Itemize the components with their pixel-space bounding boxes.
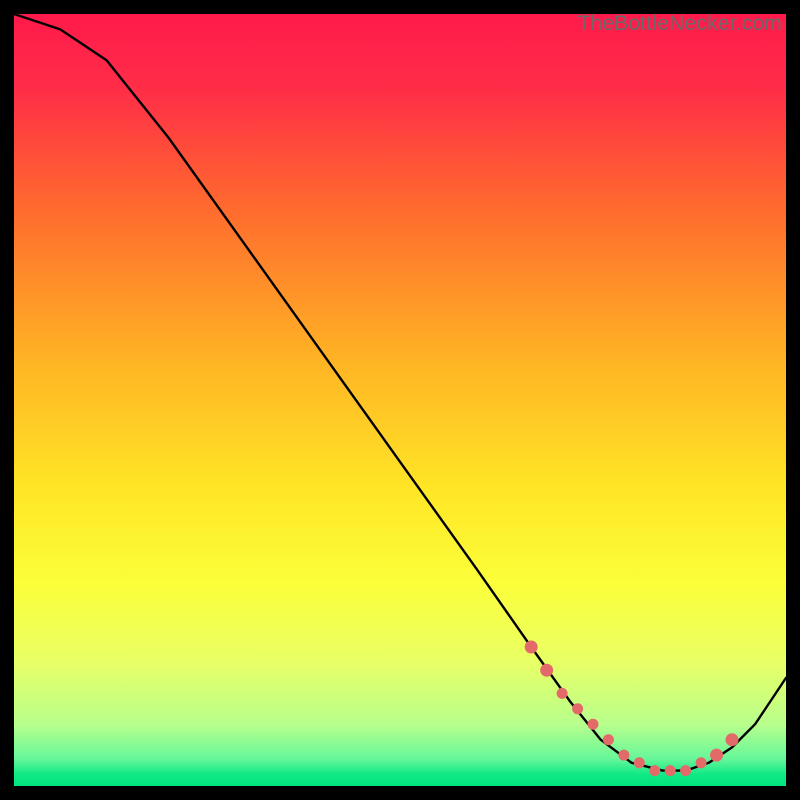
marker-dot xyxy=(680,765,691,776)
marker-dot xyxy=(710,749,723,762)
marker-dot xyxy=(649,765,660,776)
marker-dot xyxy=(603,734,614,745)
marker-dot xyxy=(525,641,538,654)
marker-dot xyxy=(540,664,553,677)
chart-svg xyxy=(14,14,786,786)
marker-dot xyxy=(618,750,629,761)
chart-frame: TheBottleNecker.com xyxy=(14,14,786,786)
marker-dot xyxy=(557,688,568,699)
gradient-background xyxy=(14,14,786,786)
marker-dot xyxy=(572,703,583,714)
marker-dot xyxy=(696,757,707,768)
marker-dot xyxy=(588,719,599,730)
watermark-text: TheBottleNecker.com xyxy=(577,12,782,36)
marker-dot xyxy=(634,757,645,768)
marker-dot xyxy=(726,733,739,746)
marker-dot xyxy=(665,765,676,776)
